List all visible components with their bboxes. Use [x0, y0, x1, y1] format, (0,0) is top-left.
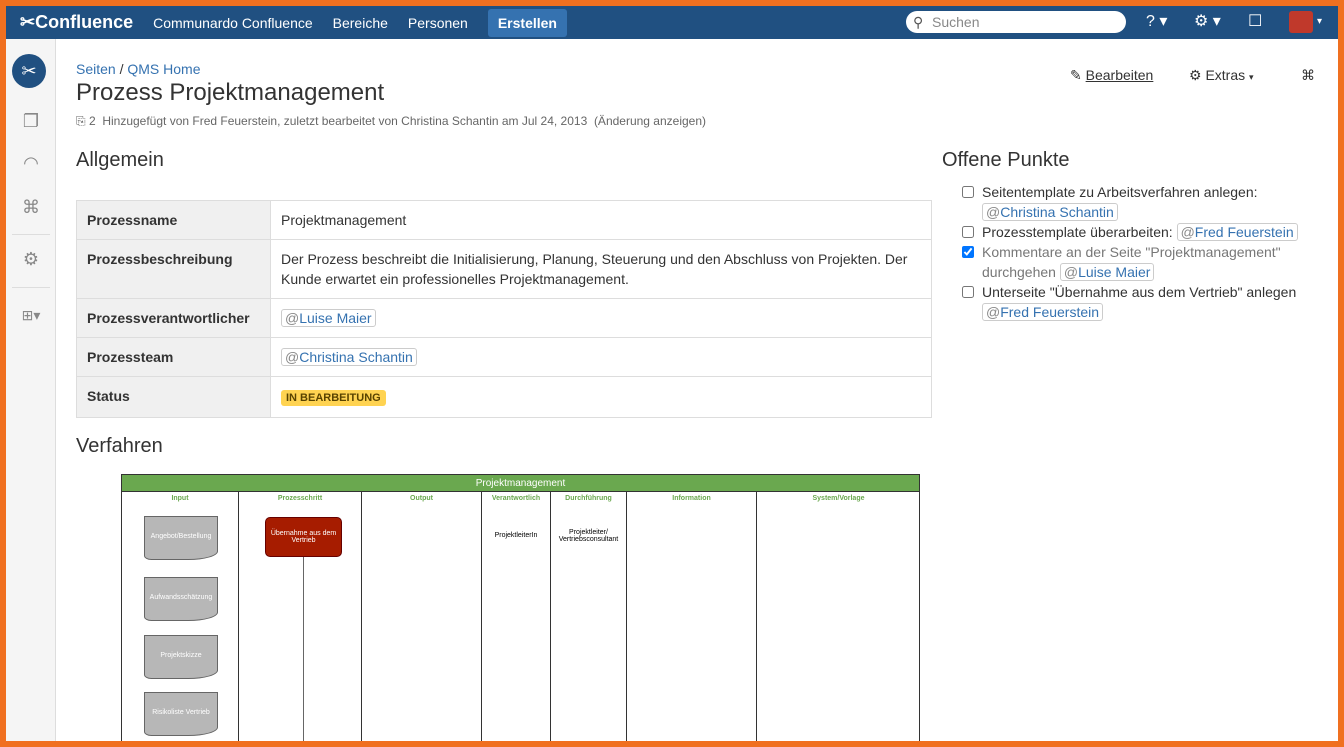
- divider: [12, 287, 50, 288]
- task-checkbox[interactable]: [962, 286, 974, 298]
- task-item: Unterseite "Übernahme aus dem Vertrieb" …: [962, 282, 1302, 322]
- confluence-logo[interactable]: ✂ Confluence: [20, 12, 133, 33]
- process-properties-table: Prozessname Projektmanagement Prozessbesc…: [76, 200, 932, 418]
- table-row: Prozessbeschreibung Der Prozess beschreib…: [76, 239, 932, 299]
- gear-icon[interactable]: ⚙ ▾: [1194, 11, 1221, 31]
- search-input[interactable]: ⚲ Suchen: [906, 11, 1126, 33]
- section-heading-verfahren: Verfahren: [76, 435, 163, 457]
- gear-icon: ⚙: [1189, 67, 1202, 83]
- user-mention[interactable]: @Christina Schantin: [982, 203, 1118, 221]
- diagram-column-system: System/Vorlage: [812, 495, 865, 502]
- task-item: Kommentare an der Seite "Projektmanageme…: [962, 242, 1302, 282]
- status-badge: IN BEARBEITUNG: [281, 390, 386, 406]
- help-icon[interactable]: ? ▾: [1146, 11, 1167, 31]
- page-tree-icon[interactable]: ⊞▾: [18, 307, 44, 324]
- page-metadata: ⎘ 2 Hinzugefügt von Fred Feuerstein, zul…: [76, 114, 707, 128]
- confluence-logo-icon: ✂: [20, 12, 36, 32]
- page-title: Prozess Projektmanagement: [76, 79, 385, 106]
- edit-button[interactable]: ✎ Bearbeiten: [1070, 67, 1153, 84]
- diagram-column-information: Information: [627, 492, 757, 741]
- view-changes-link[interactable]: (Änderung anzeigen): [594, 114, 706, 128]
- input-document: Risikoliste Vertrieb: [144, 692, 218, 736]
- process-diagram[interactable]: Projektmanagement Input Angebot/Bestellu…: [121, 474, 920, 741]
- table-row: Prozessverantwortlicher @Luise Maier: [76, 298, 932, 338]
- input-document: Projektskizze: [144, 635, 218, 679]
- diagram-column-output: Output: [362, 492, 482, 741]
- section-heading-offene-punkte: Offene Punkte: [942, 149, 1070, 171]
- divider: [12, 234, 50, 235]
- chevron-down-icon[interactable]: ▾: [1317, 16, 1322, 27]
- connector-line: [303, 557, 304, 741]
- extras-button[interactable]: ⚙ Extras ▾: [1189, 67, 1254, 84]
- diagram-column-input: Input Angebot/Bestellung Aufwandsschätzu…: [122, 492, 239, 741]
- process-step: Übernahme aus dem Vertrieb: [265, 517, 342, 557]
- task-checkbox[interactable]: [962, 186, 974, 198]
- notifications-icon[interactable]: ☐: [1248, 11, 1262, 31]
- user-mention[interactable]: @Luise Maier: [281, 309, 376, 327]
- user-mention[interactable]: @Luise Maier: [1059, 263, 1155, 281]
- input-document: Aufwandsschätzung: [144, 577, 218, 621]
- user-mention[interactable]: @Fred Feuerstein: [1176, 223, 1298, 241]
- table-row: Status IN BEARBEITUNG: [76, 376, 932, 418]
- space-logo-icon[interactable]: ✂: [12, 54, 46, 88]
- pencil-icon: ✎: [1070, 67, 1082, 83]
- table-row: Prozessteam @Christina Schantin: [76, 337, 932, 377]
- create-button[interactable]: Erstellen: [487, 8, 567, 37]
- search-icon: ⚲: [913, 14, 924, 30]
- diagram-title: Projektmanagement: [122, 475, 919, 492]
- shortcuts-icon[interactable]: ⌘: [18, 197, 44, 218]
- top-navigation-bar: ✂ Confluence Communardo Confluence Bereic…: [6, 6, 1338, 39]
- breadcrumb-qms-home[interactable]: QMS Home: [127, 61, 200, 77]
- nav-communardo[interactable]: Communardo Confluence: [143, 15, 323, 31]
- app-window: ✂ Confluence Communardo Confluence Bereic…: [6, 6, 1338, 741]
- avatar[interactable]: [1289, 11, 1313, 33]
- task-checkbox[interactable]: [962, 226, 974, 238]
- user-mention[interactable]: @Fred Feuerstein: [982, 303, 1104, 321]
- nav-personen[interactable]: Personen: [398, 15, 478, 31]
- attachment-icon[interactable]: ⎘: [76, 114, 86, 128]
- table-row: Prozessname Projektmanagement: [76, 200, 932, 240]
- input-document: Angebot/Bestellung: [144, 516, 218, 560]
- breadcrumb: Seiten / QMS Home: [76, 61, 201, 77]
- sidebar: ✂ ❐ ◠ ⌘ ⚙ ⊞▾: [6, 39, 56, 741]
- pages-icon[interactable]: ❐: [18, 111, 44, 132]
- task-list: Seitentemplate zu Arbeitsverfahren anleg…: [962, 182, 1302, 322]
- breadcrumb-seiten[interactable]: Seiten: [76, 61, 116, 77]
- user-mention[interactable]: @Christina Schantin: [281, 348, 417, 366]
- task-item: Prozesstemplate überarbeiten: @Fred Feue…: [962, 222, 1302, 242]
- nav-bereiche[interactable]: Bereiche: [323, 15, 398, 31]
- diagram-column-execution: Durchführung Projektleiter/ Vertriebscons…: [551, 492, 627, 741]
- settings-icon[interactable]: ⚙: [18, 249, 44, 270]
- feed-icon[interactable]: ◠: [18, 153, 44, 174]
- task-item: Seitentemplate zu Arbeitsverfahren anleg…: [962, 182, 1302, 222]
- diagram-column-responsible: Verantwortlich ProjektleiterIn: [482, 492, 551, 741]
- shortcuts-icon[interactable]: ⌘: [1301, 67, 1315, 84]
- content: Seiten / QMS Home Prozess Projektmanagem…: [56, 39, 1338, 741]
- task-checkbox[interactable]: [962, 246, 974, 258]
- section-heading-allgemein: Allgemein: [76, 149, 164, 171]
- diagram-column-step: Prozesschritt Übernahme aus dem Vertrieb: [239, 492, 362, 741]
